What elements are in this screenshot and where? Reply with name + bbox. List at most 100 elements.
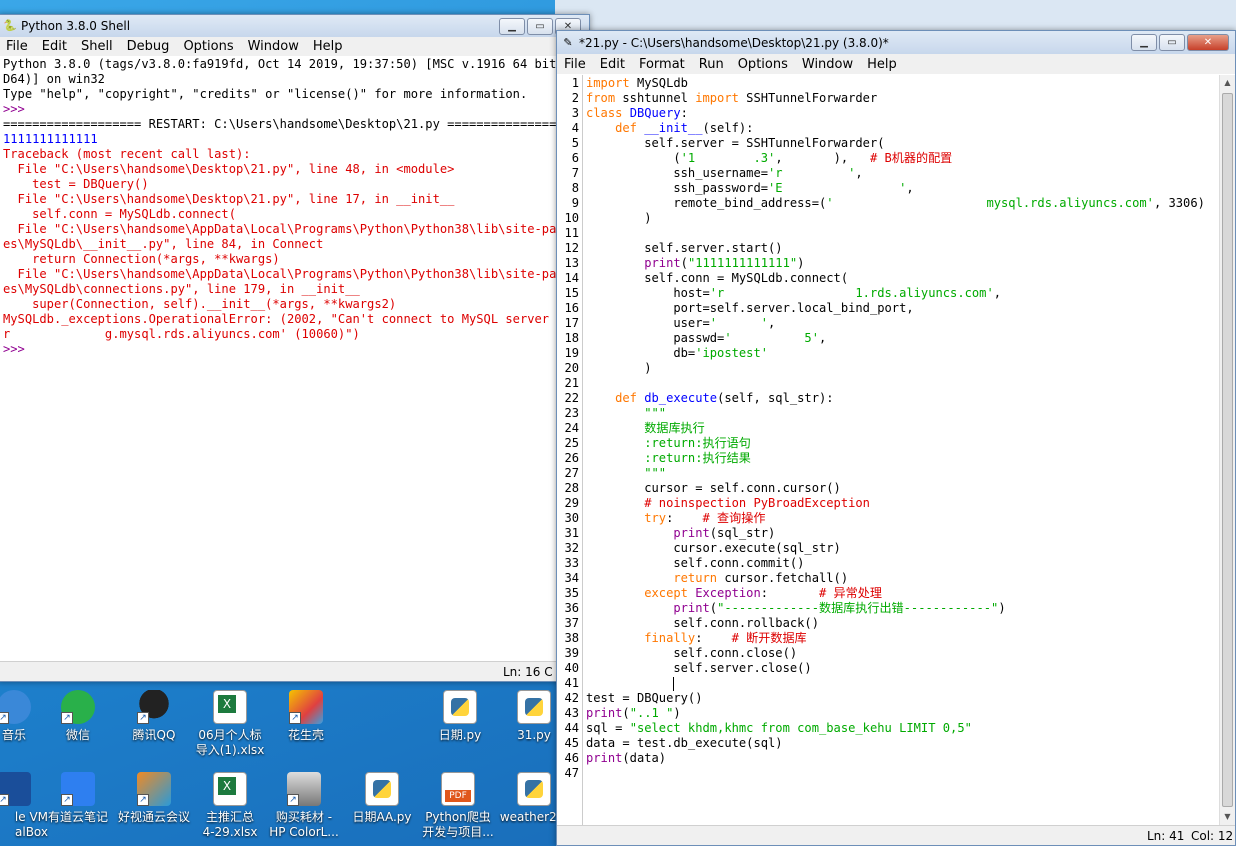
line-number: 42: [564, 691, 579, 705]
shell-menu-edit[interactable]: Edit: [35, 39, 74, 54]
maximize-button[interactable]: ▭: [527, 17, 553, 35]
code-token: "1111111111111": [687, 256, 798, 270]
desktop-icon-qq[interactable]: ↗ 腾讯QQ: [112, 690, 196, 743]
editor-menu-run[interactable]: Run: [692, 57, 731, 72]
code-line: ssh_password='E ',: [586, 181, 1219, 196]
line-number: 4: [571, 121, 579, 135]
code-token: :return:执行语句: [644, 436, 751, 450]
scroll-down-arrow-icon[interactable]: ▼: [1220, 809, 1235, 825]
desktop-icon-wechat[interactable]: ↗ 微信: [36, 690, 120, 743]
editor-menu-edit[interactable]: Edit: [593, 57, 632, 72]
code-line: :return:执行结果: [586, 451, 1219, 466]
scrollbar-thumb[interactable]: [1222, 93, 1233, 807]
code-line: def __init__(self):: [586, 121, 1219, 136]
code-line: import MySQLdb: [586, 76, 1219, 91]
code-token: user=: [586, 316, 710, 330]
code-token: db_execute: [644, 391, 718, 405]
editor-menu-options[interactable]: Options: [731, 57, 795, 72]
desktop-icon-peanut-shell[interactable]: ↗ 花生壳: [264, 690, 348, 743]
line-number: 18: [564, 331, 579, 345]
shell-output-line: Type "help", "copyright", "credits" or "…: [3, 87, 528, 101]
editor-menu-help[interactable]: Help: [860, 57, 904, 72]
line-number: 33: [564, 556, 579, 570]
code-token: from: [586, 91, 616, 105]
code-token: , 3306): [1153, 196, 1205, 210]
code-token: :: [680, 106, 688, 120]
code-line: self.conn.close(): [586, 646, 1219, 661]
editor-titlebar[interactable]: ✎ *21.py - C:\Users\handsome\Desktop\21.…: [557, 31, 1235, 54]
editor-menu-window[interactable]: Window: [795, 57, 860, 72]
editor-menu-format[interactable]: Format: [632, 57, 692, 72]
minimize-button[interactable]: ▁: [499, 17, 525, 35]
desktop-icon-youdao-note[interactable]: ↗ 有道云笔记: [36, 772, 120, 825]
code-token: (self):: [702, 121, 754, 135]
shell-menu-options[interactable]: Options: [176, 39, 240, 54]
close-button[interactable]: ✕: [1187, 34, 1229, 51]
hst-meeting-icon: ↗: [137, 772, 171, 806]
line-number: 35: [564, 586, 579, 600]
code-token: # noinspection PyBroadException: [644, 496, 870, 510]
code-line: passwd=' 5',: [586, 331, 1219, 346]
line-number: 13: [564, 256, 579, 270]
code-line: :return:执行语句: [586, 436, 1219, 451]
shell-titlebar[interactable]: 🐍 Python 3.8.0 Shell ▁ ▭ ✕: [0, 15, 589, 37]
desktop-icon-hp-printer[interactable]: ↗ 购买耗材 - HP ColorL...: [262, 772, 346, 840]
code-token: db=: [586, 346, 696, 360]
code-token: sshtunnel: [615, 91, 696, 105]
shell-output-line: es\MySQLdb\__init__.py", line 84, in Con…: [3, 237, 324, 251]
line-number: 19: [564, 346, 579, 360]
code-token: self.server = SSHTunnelForwarder(: [586, 136, 885, 150]
shell-menu-shell[interactable]: Shell: [74, 39, 120, 54]
code-line: print("-------------数据库执行出错------------"…: [586, 601, 1219, 616]
code-token: self.conn.rollback(): [586, 616, 819, 630]
code-editor-area[interactable]: import MySQLdb from sshtunnel import SSHT…: [583, 75, 1219, 825]
desktop-icon-xlsx-06[interactable]: X 06月个人标 导入(1).xlsx: [188, 690, 272, 758]
minimize-button[interactable]: ▁: [1131, 34, 1157, 51]
desktop-icon-date-py[interactable]: 日期.py: [418, 690, 502, 743]
desktop-icon-hst-meeting[interactable]: ↗ 好视通云会议: [112, 772, 196, 825]
code-token: self.server.start(): [586, 241, 783, 255]
code-token: print: [673, 526, 710, 540]
scroll-up-arrow-icon[interactable]: ▲: [1220, 75, 1235, 91]
excel-file-icon: X: [213, 690, 247, 724]
desktop-icon-xlsx-summary[interactable]: X 主推汇总 4-29.xlsx: [188, 772, 272, 840]
code-token: Exception: [695, 586, 761, 600]
code-token: __init__: [644, 121, 703, 135]
line-number: 8: [571, 181, 579, 195]
desktop-icon-label: 花生壳: [287, 728, 324, 742]
line-number: 17: [564, 316, 579, 330]
shell-output-area[interactable]: Python 3.8.0 (tags/v3.8.0:fa919fd, Oct 1…: [0, 56, 589, 661]
line-number: 5: [571, 136, 579, 150]
code-token: 'r ': [768, 166, 856, 180]
shell-menu-window[interactable]: Window: [241, 39, 306, 54]
code-token: sql =: [586, 721, 630, 735]
desktop-icon-python-crawler-pdf[interactable]: PDF Python爬虫 开发与项目...: [416, 772, 500, 840]
desktop-icon-date-aa-py[interactable]: 日期AA.py: [340, 772, 424, 825]
line-number-gutter: 1 2 3 4 5 6 7 8 9 10 11 12 13 14 15 16 17 18 19 20 21 22 23 24 2…: [557, 75, 583, 825]
line-number: 3: [571, 106, 579, 120]
shell-window-title: Python 3.8.0 Shell: [21, 19, 131, 33]
code-token: import: [695, 91, 739, 105]
code-token: print: [644, 256, 681, 270]
shell-output-line: >>>: [3, 342, 33, 356]
editor-statusbar: Ln: 41 Col: 12: [557, 825, 1235, 845]
shell-menu-debug[interactable]: Debug: [120, 39, 177, 54]
vertical-scrollbar[interactable]: ▲ ▼: [1219, 75, 1235, 825]
shell-output-line: Traceback (most recent call last):: [3, 147, 251, 161]
code-line: self.conn = MySQLdb.connect(: [586, 271, 1219, 286]
shell-menu-help[interactable]: Help: [306, 39, 350, 54]
code-token: (: [622, 706, 630, 720]
editor-menu-file[interactable]: File: [557, 57, 593, 72]
code-token: ): [586, 361, 652, 375]
shell-menu-file[interactable]: File: [0, 39, 35, 54]
maximize-button[interactable]: ▭: [1159, 34, 1185, 51]
